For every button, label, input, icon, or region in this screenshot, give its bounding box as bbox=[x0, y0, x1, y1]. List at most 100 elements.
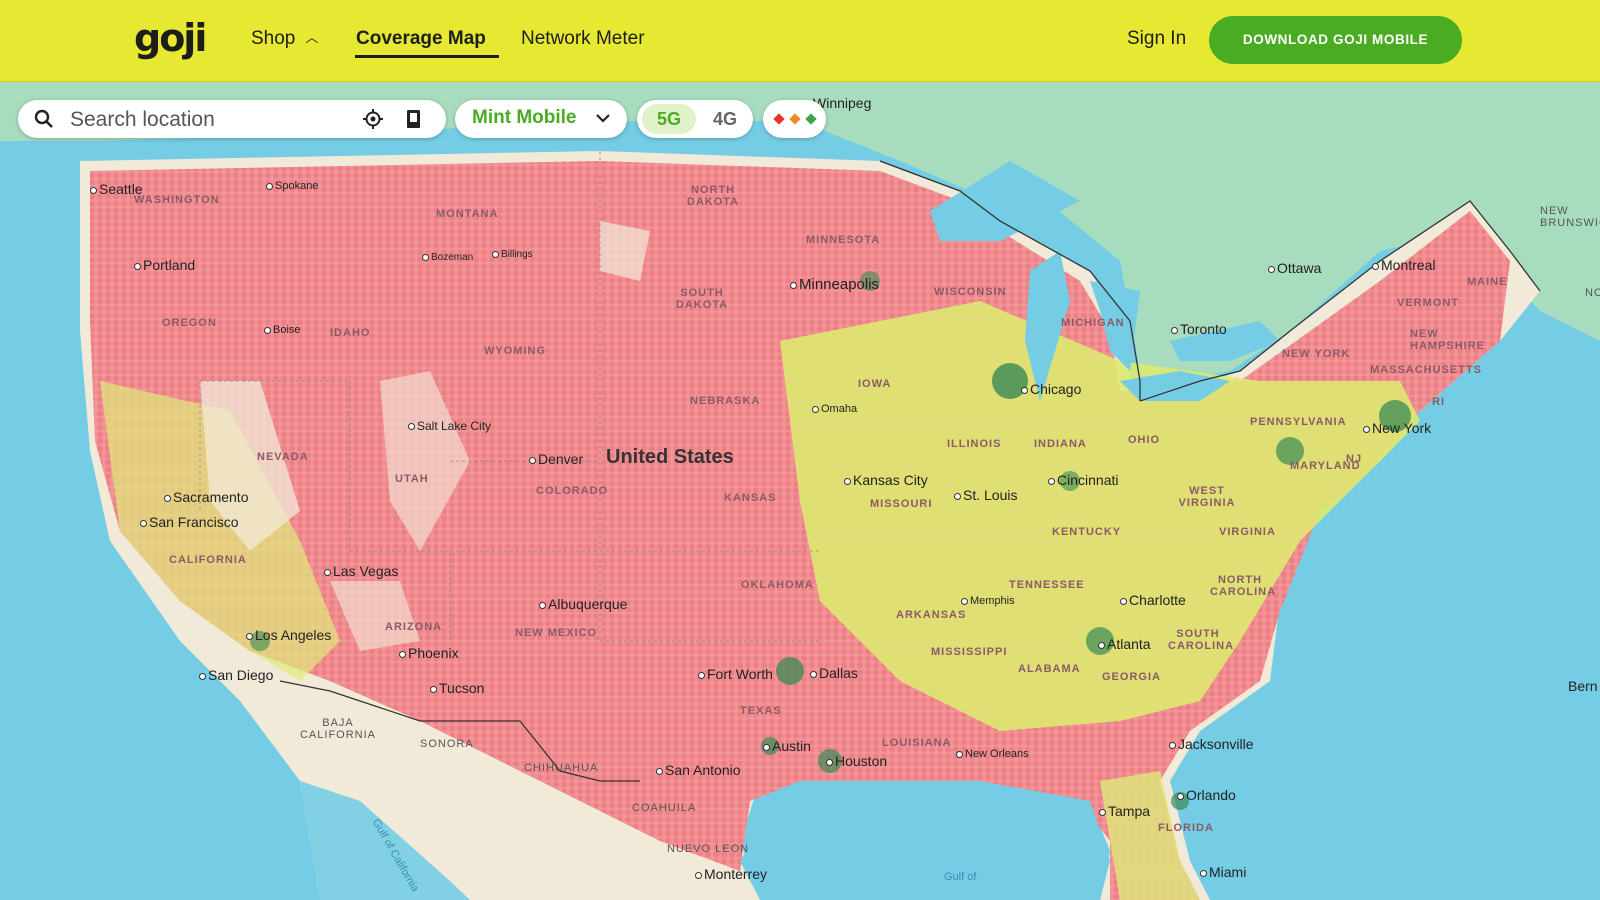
map-city-label: Jacksonville bbox=[1169, 736, 1253, 752]
state-label: WYOMING bbox=[484, 345, 546, 357]
map-city-label: Montreal bbox=[1372, 257, 1435, 273]
map-city-label: Tampa bbox=[1099, 803, 1150, 819]
map-city-label: New Orleans bbox=[956, 748, 1029, 760]
region-label: NUEVO LEON bbox=[667, 843, 750, 855]
map-city-label: Toronto bbox=[1171, 321, 1227, 337]
map-city-label: Spokane bbox=[266, 180, 318, 192]
search-bar bbox=[18, 100, 446, 138]
map-city-label: St. Louis bbox=[954, 487, 1017, 503]
state-label: IOWA bbox=[858, 378, 892, 390]
state-label: TENNESSEE bbox=[1009, 579, 1085, 591]
map-city-label: San Diego bbox=[199, 667, 273, 683]
download-app-button[interactable]: DOWNLOAD GOJI MOBILE bbox=[1209, 16, 1462, 64]
state-label: KANSAS bbox=[724, 492, 777, 504]
state-label: ALABAMA bbox=[1018, 663, 1081, 675]
map-city-label: Denver bbox=[529, 451, 583, 467]
map-city-label: Dallas bbox=[810, 665, 858, 681]
map-city-label: Sacramento bbox=[164, 489, 248, 505]
map-city-label: Bern bbox=[1568, 678, 1598, 694]
map-city-label: Fort Worth bbox=[698, 666, 773, 682]
nav-network-meter[interactable]: Network Meter bbox=[521, 26, 645, 52]
map-city-label: San Francisco bbox=[140, 514, 238, 530]
map-city-label: Phoenix bbox=[399, 645, 459, 661]
map-city-label: Memphis bbox=[961, 595, 1015, 607]
state-label: MINNESOTA bbox=[806, 234, 881, 246]
state-label: NEW YORK bbox=[1282, 348, 1351, 360]
map-city-label: Chicago bbox=[1021, 381, 1081, 397]
state-label: MASSACHUSETTS bbox=[1370, 364, 1483, 376]
map-city-label: Albuquerque bbox=[539, 596, 627, 612]
state-label: SOUTH DAKOTA bbox=[675, 287, 729, 311]
state-label: MISSOURI bbox=[870, 498, 933, 510]
map-city-label: Las Vegas bbox=[324, 563, 398, 579]
state-label: INDIANA bbox=[1034, 438, 1087, 450]
map-city-label: New York bbox=[1363, 420, 1431, 436]
nav-shop-label: Shop bbox=[251, 28, 296, 50]
book-icon[interactable] bbox=[405, 109, 423, 129]
carrier-dropdown[interactable]: Mint Mobile bbox=[455, 100, 627, 138]
network-5g-button[interactable]: 5G bbox=[642, 104, 696, 134]
search-input[interactable] bbox=[68, 104, 342, 136]
chevron-down-icon bbox=[596, 114, 610, 123]
state-label: FLORIDA bbox=[1158, 822, 1214, 834]
region-label: NO bbox=[1585, 287, 1600, 299]
legend-green-diamond-icon bbox=[805, 113, 817, 125]
region-label: BAJA CALIFORNIA bbox=[299, 717, 376, 741]
map-city-label: Salt Lake City bbox=[408, 419, 491, 433]
state-label: TEXAS bbox=[740, 705, 782, 717]
region-label: COAHUILA bbox=[632, 802, 697, 814]
legend-red-diamond-icon bbox=[773, 113, 785, 125]
sign-in-link[interactable]: Sign In bbox=[1127, 26, 1186, 52]
state-label: VERMONT bbox=[1397, 297, 1459, 309]
state-label: WEST VIRGINIA bbox=[1178, 485, 1236, 509]
map-city-label: Minneapolis bbox=[790, 276, 879, 293]
carrier-selected: Mint Mobile bbox=[472, 107, 577, 128]
state-label: GEORGIA bbox=[1102, 671, 1161, 683]
nav-coverage-map[interactable]: Coverage Map bbox=[356, 26, 486, 52]
country-label: United States bbox=[606, 446, 734, 468]
map-city-label: Atlanta bbox=[1098, 636, 1151, 652]
network-4g-button[interactable]: 4G bbox=[701, 104, 749, 134]
map-city-label: Los Angeles bbox=[246, 627, 331, 643]
map-city-label: San Antonio bbox=[656, 762, 741, 778]
map-city-label: Omaha bbox=[812, 403, 857, 415]
map-city-label: Tucson bbox=[430, 680, 484, 696]
state-label: MARYLAND bbox=[1290, 460, 1361, 472]
coverage-map[interactable]: Winnipeg Seattle Spokane Portland Boise … bbox=[0, 81, 1600, 900]
state-label: ILLINOIS bbox=[947, 438, 1002, 450]
state-label: PENNSYLVANIA bbox=[1250, 416, 1347, 428]
map-city-label: Miami bbox=[1200, 864, 1246, 880]
state-label: MICHIGAN bbox=[1061, 317, 1125, 329]
map-city-label: Cincinnati bbox=[1048, 472, 1118, 488]
legend-orange-diamond-icon bbox=[789, 113, 801, 125]
state-label: COLORADO bbox=[536, 485, 609, 497]
map-city-label: Ottawa bbox=[1268, 260, 1321, 276]
state-label: MAINE bbox=[1467, 276, 1508, 288]
map-city-label: Billings bbox=[492, 249, 533, 260]
state-label: KENTUCKY bbox=[1052, 526, 1122, 538]
state-label: NEW MEXICO bbox=[515, 627, 598, 639]
region-label: CHIHUAHUA bbox=[524, 762, 599, 774]
state-label: MONTANA bbox=[436, 208, 499, 220]
state-label: LOUISIANA bbox=[882, 737, 952, 749]
nav-shop[interactable]: Shop ︿ bbox=[251, 26, 318, 52]
crosshair-icon[interactable] bbox=[363, 109, 383, 129]
state-label: NEVADA bbox=[257, 451, 309, 463]
network-toggle: 5G 4G bbox=[637, 100, 753, 138]
map-city-label: Houston bbox=[826, 753, 887, 769]
state-label: OHIO bbox=[1128, 434, 1161, 446]
state-label: MISSISSIPPI bbox=[931, 646, 1008, 658]
state-label: RI bbox=[1432, 396, 1445, 408]
state-label: WISCONSIN bbox=[934, 286, 1007, 298]
region-label: SONORA bbox=[420, 738, 474, 750]
top-navigation-bar: goji Shop ︿ Coverage Map Network Meter Si… bbox=[0, 0, 1600, 82]
coverage-legend-button[interactable] bbox=[763, 100, 826, 138]
map-city-label: Austin bbox=[763, 738, 811, 754]
goji-logo[interactable]: goji bbox=[134, 16, 207, 60]
chevron-up-icon: ︿ bbox=[305, 30, 319, 45]
state-label: NORTH DAKOTA bbox=[686, 184, 740, 208]
map-city-label: Orlando bbox=[1177, 787, 1236, 803]
active-nav-underline bbox=[355, 55, 499, 58]
state-label: VIRGINIA bbox=[1219, 526, 1276, 538]
state-label: WASHINGTON bbox=[134, 194, 220, 206]
